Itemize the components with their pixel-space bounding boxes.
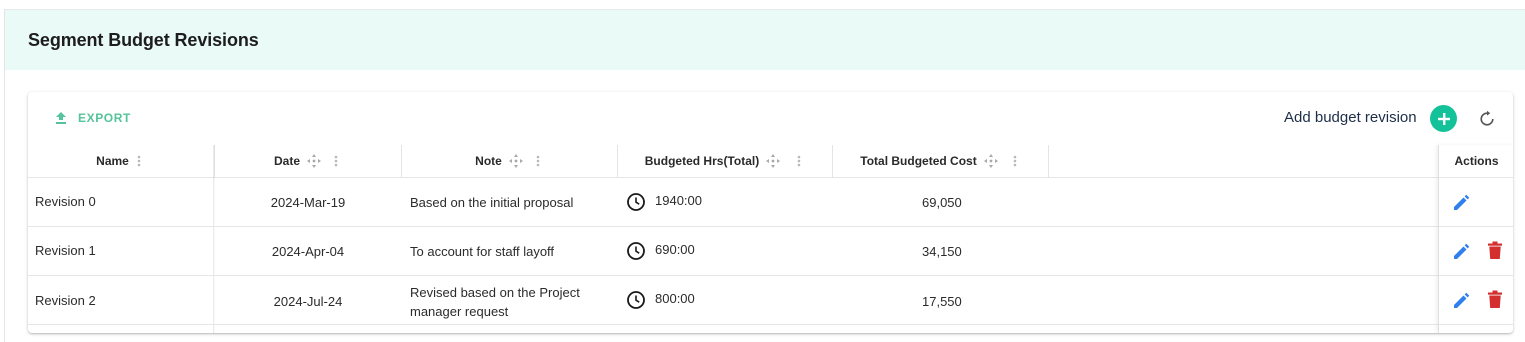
actions-column: Actions [1438,145,1513,333]
hours-value: 690:00 [655,241,695,257]
hours-value: 1940:00 [655,192,702,208]
column-header-budgeted-hours[interactable]: Budgeted Hrs(Total) [618,145,832,177]
move-icon[interactable] [508,153,524,169]
cell-budgeted-hours: 1940:00 [626,192,702,212]
trash-icon[interactable] [1487,290,1503,309]
move-icon[interactable] [983,153,999,169]
cell-budgeted-hours: 690:00 [626,241,695,261]
column-label-total-budgeted-cost: Total Budgeted Cost [860,154,977,168]
cell-date: 2024-Jul-24 [273,294,343,309]
clock-icon [627,291,645,309]
plus-icon [1437,112,1450,125]
pencil-icon[interactable] [1452,242,1471,261]
note-line: manager request [410,304,509,319]
column-header-actions: Actions [1439,145,1513,178]
export-button[interactable]: EXPORT [54,107,131,129]
column-label-budgeted-hours: Budgeted Hrs(Total) [644,154,760,168]
move-icon[interactable] [306,153,322,169]
cell-name: Revision 2 [35,293,96,308]
pencil-icon[interactable] [1452,193,1471,212]
refresh-icon [1480,110,1494,126]
cell-name: Revision 1 [35,243,96,258]
table-row[interactable]: Revision 0 2024-Mar-19 Based on the init… [28,178,1438,227]
hours-value: 800:00 [655,290,695,306]
cell-date: 2024-Apr-04 [271,244,345,259]
refresh-button[interactable] [1476,108,1498,130]
clock-icon [627,242,645,260]
table-header: Name Date Note Budgeted Hrs(Total) Total… [28,145,1513,178]
table-row[interactable]: Revision 1 2024-Apr-04 To account for st… [28,227,1438,276]
cell-note: To account for staff layoff [410,244,555,259]
cell-budgeted-hours: 800:00 [626,290,695,310]
column-menu-icon[interactable] [133,154,145,168]
column-menu-icon[interactable] [1009,154,1021,168]
page-title: Segment Budget Revisions [28,30,259,50]
add-budget-revision-button[interactable] [1430,105,1457,132]
cell-total-budgeted-cost: 34,150 [922,244,962,259]
move-icon[interactable] [765,153,781,169]
cell-note: Revised based on the Project manager req… [410,283,580,321]
column-label-note: Note [475,154,502,168]
clock-icon [627,193,645,211]
column-label-date: Date [273,154,300,168]
column-header-date[interactable]: Date [214,145,402,177]
column-menu-icon[interactable] [532,154,544,168]
add-budget-revision-label[interactable]: Add budget revision [1284,109,1417,126]
column-separator[interactable] [1048,145,1049,177]
column-header-name[interactable]: Name [28,145,213,177]
pencil-icon[interactable] [1452,291,1471,310]
cell-total-budgeted-cost: 69,050 [922,195,962,210]
cell-date: 2024-Mar-19 [270,195,346,210]
column-menu-icon[interactable] [330,154,342,168]
actions-cell [1439,227,1513,276]
column-label-name: Name [96,154,129,168]
cell-name: Revision 0 [35,194,96,209]
actions-cell [1439,178,1513,227]
actions-cell [1439,276,1513,325]
upload-icon [56,112,66,124]
table-row[interactable]: Revision 2 2024-Jul-24 Revised based on … [28,276,1438,325]
column-header-total-budgeted-cost[interactable]: Total Budgeted Cost [833,145,1048,177]
column-header-note[interactable]: Note [402,145,617,177]
column-menu-icon[interactable] [793,154,805,168]
cell-total-budgeted-cost: 17,550 [922,294,962,309]
cell-note: Based on the initial proposal [410,195,574,210]
revisions-card: EXPORT Add budget revision Name Date Not… [28,92,1513,333]
trash-icon[interactable] [1487,241,1503,260]
note-line: Revised based on the Project [410,285,580,300]
export-label: EXPORT [78,111,131,125]
